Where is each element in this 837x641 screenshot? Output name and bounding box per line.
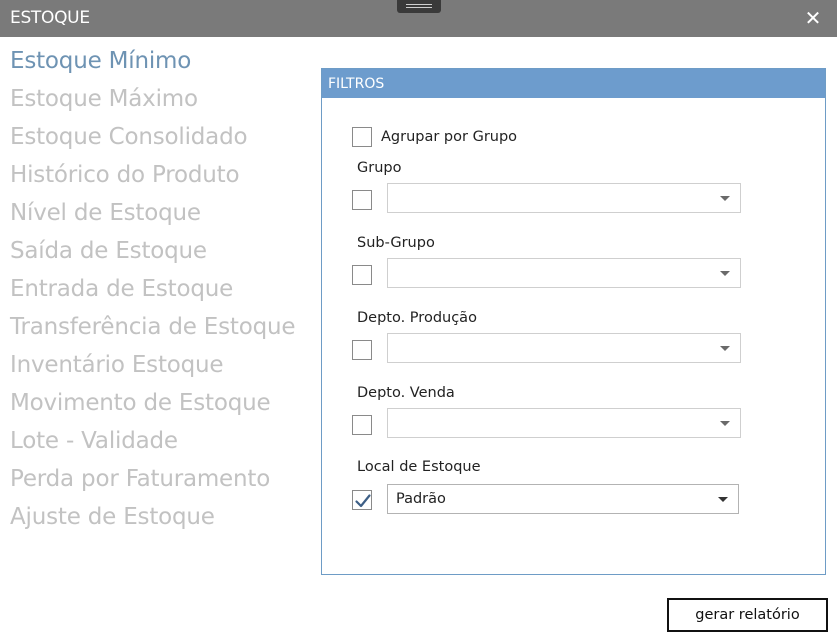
depto-producao-select[interactable] <box>387 333 741 363</box>
menu-item-movimento-estoque[interactable]: Movimento de Estoque <box>10 386 295 424</box>
filters-header: FILTROS <box>322 69 825 98</box>
window-title: ESTOQUE <box>10 8 90 28</box>
depto-producao-checkbox[interactable] <box>352 340 372 360</box>
depto-venda-select[interactable] <box>387 408 741 438</box>
menu-item-perda-faturamento[interactable]: Perda por Faturamento <box>10 462 295 500</box>
title-bar: ESTOQUE ✕ <box>0 0 837 37</box>
filters-panel: FILTROS Agrupar por Grupo Grupo Sub-Grup… <box>321 68 826 575</box>
menu-item-saida-estoque[interactable]: Saída de Estoque <box>10 234 295 272</box>
checkmark-icon <box>355 494 371 508</box>
agrupar-label: Agrupar por Grupo <box>381 129 518 145</box>
local-estoque-checkbox[interactable] <box>352 490 372 510</box>
menu-item-inventario-estoque[interactable]: Inventário Estoque <box>10 348 295 386</box>
local-estoque-select-value: Padrão <box>396 491 446 507</box>
menu-item-entrada-estoque[interactable]: Entrada de Estoque <box>10 272 295 310</box>
chevron-down-icon <box>720 346 730 351</box>
chevron-down-icon <box>720 421 730 426</box>
menu-item-historico-produto[interactable]: Histórico do Produto <box>10 158 295 196</box>
menu-item-ajuste-estoque[interactable]: Ajuste de Estoque <box>10 500 295 538</box>
chevron-down-icon <box>718 497 728 502</box>
depto-venda-label: Depto. Venda <box>357 385 455 401</box>
menu-item-nivel-estoque[interactable]: Nível de Estoque <box>10 196 295 234</box>
menu-item-lote-validade[interactable]: Lote - Validade <box>10 424 295 462</box>
chevron-down-icon <box>720 271 730 276</box>
menu-item-estoque-consolidado[interactable]: Estoque Consolidado <box>10 120 295 158</box>
local-estoque-label: Local de Estoque <box>357 459 481 475</box>
subgrupo-checkbox[interactable] <box>352 265 372 285</box>
report-menu: Estoque Mínimo Estoque Máximo Estoque Co… <box>10 44 296 538</box>
depto-producao-label: Depto. Produção <box>357 310 477 326</box>
local-estoque-select[interactable]: Padrão <box>387 484 739 514</box>
menu-item-estoque-minimo[interactable]: Estoque Mínimo <box>10 44 295 82</box>
depto-venda-checkbox[interactable] <box>352 415 372 435</box>
grupo-checkbox[interactable] <box>352 190 372 210</box>
grupo-label: Grupo <box>357 160 402 176</box>
subgrupo-label: Sub-Grupo <box>357 235 435 251</box>
menu-item-transferencia-estoque[interactable]: Transferência de Estoque <box>10 310 296 348</box>
subgrupo-select[interactable] <box>387 258 741 288</box>
chevron-down-icon <box>720 196 730 201</box>
close-icon[interactable]: ✕ <box>800 6 826 30</box>
grupo-select[interactable] <box>387 183 741 213</box>
drag-handle-icon[interactable] <box>397 0 441 13</box>
agrupar-checkbox[interactable] <box>352 127 372 147</box>
generate-report-button[interactable]: gerar relatório <box>667 598 828 632</box>
menu-item-estoque-maximo[interactable]: Estoque Máximo <box>10 82 295 120</box>
